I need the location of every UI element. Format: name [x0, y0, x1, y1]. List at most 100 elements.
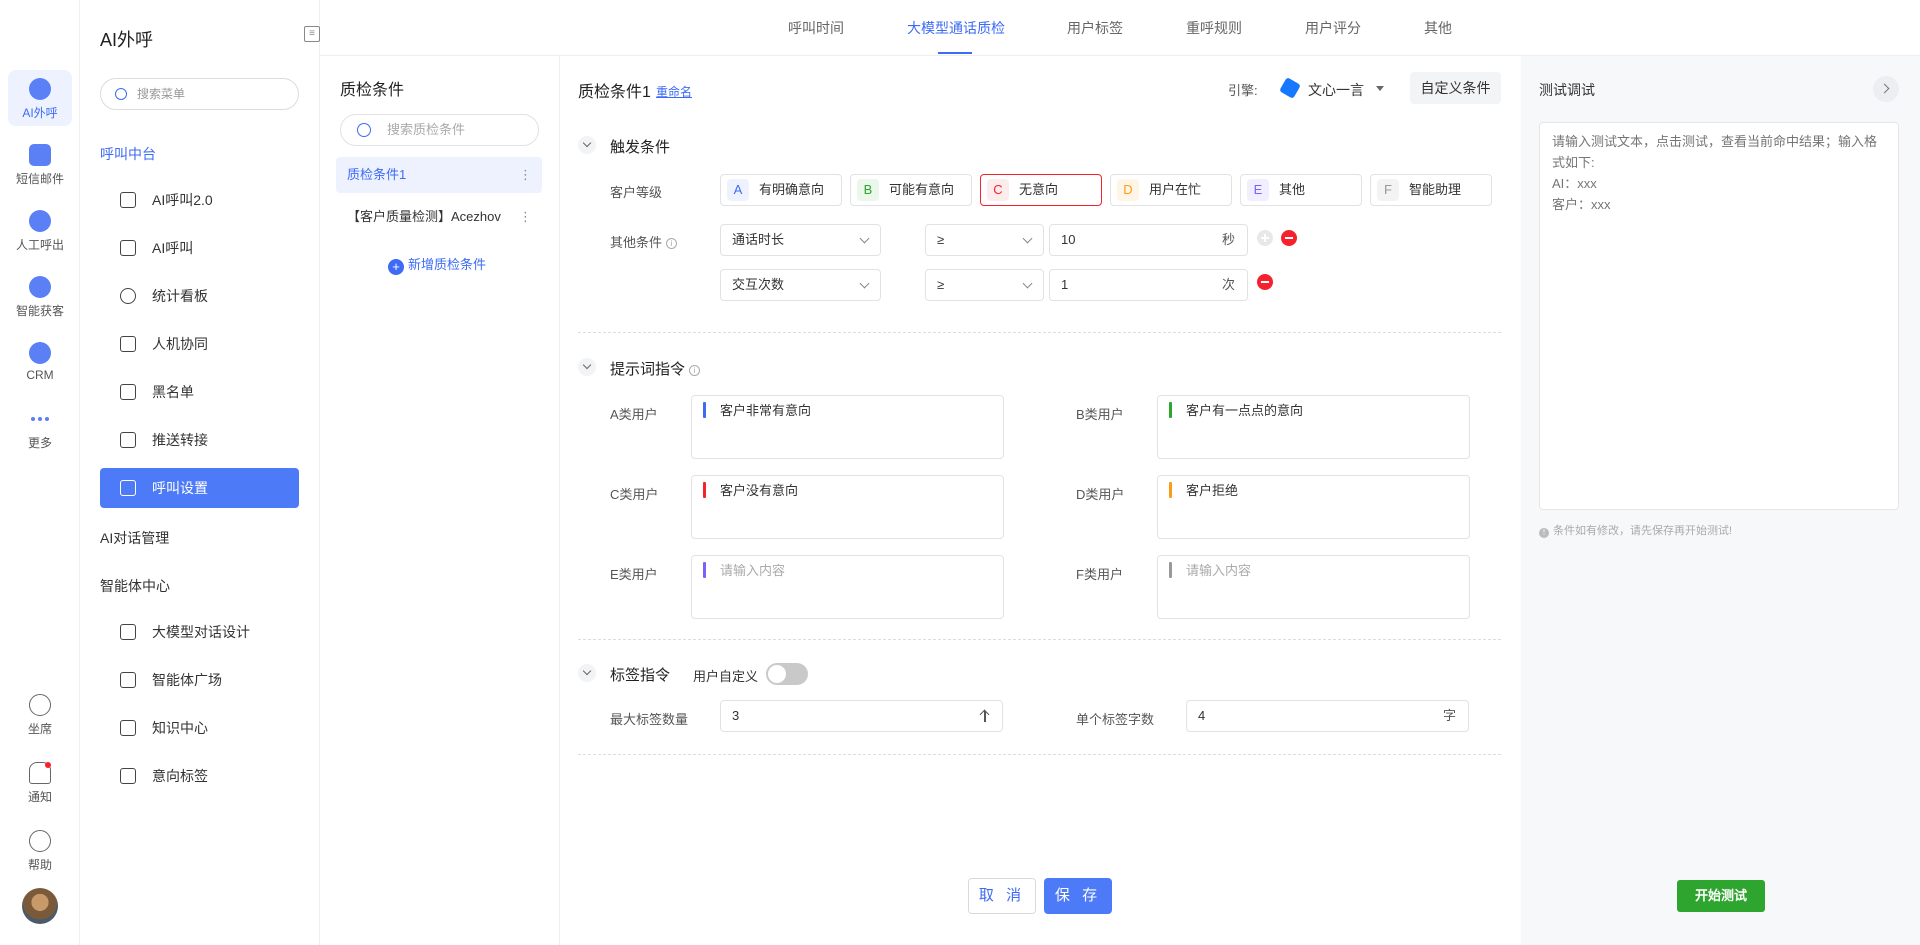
menu-item-ai-call[interactable]: AI呼叫 [100, 228, 299, 268]
tab-user-score[interactable]: 用户评分 [1305, 18, 1361, 38]
chevron-down-icon [859, 233, 870, 244]
color-marker [1169, 562, 1172, 578]
menu-item-llm-dialog-design[interactable]: 大模型对话设计 [100, 612, 299, 652]
tab-recall-rule[interactable]: 重呼规则 [1186, 18, 1242, 38]
tab-other[interactable]: 其他 [1424, 18, 1452, 38]
search-icon [115, 88, 127, 100]
condition-item[interactable]: 【客户质量检测】Acezhov ⋮ [336, 199, 542, 235]
plus-circle-icon: + [388, 259, 404, 275]
operator-select[interactable]: ≥ [925, 269, 1044, 301]
condition-item[interactable]: 质检条件1 ⋮ [336, 157, 542, 193]
caret-down-icon[interactable] [1376, 86, 1384, 91]
pie-chart-icon [120, 288, 136, 304]
rail-item-agent-call[interactable]: 人工呼出 [8, 202, 72, 258]
rail-item-acquire[interactable]: 智能获客 [8, 268, 72, 324]
condition-list-panel: 质检条件 搜索质检条件 质检条件1 ⋮ 【客户质量检测】Acezhov ⋮ + 新… [320, 56, 560, 945]
more-vertical-icon[interactable]: ⋮ [519, 199, 532, 235]
menu-section-call-center[interactable]: 呼叫中台 [100, 144, 156, 164]
collapse-chevron-icon[interactable] [578, 358, 596, 376]
collapse-chevron-icon[interactable] [578, 664, 596, 682]
grade-option-f[interactable]: F 智能助理 [1370, 174, 1492, 206]
cancel-button[interactable]: 取 消 [968, 878, 1036, 914]
menu-item-call-settings[interactable]: 呼叫设置 [100, 468, 299, 508]
collapse-menu-icon[interactable]: ≡ [304, 26, 320, 42]
menu-item-dashboard[interactable]: 统计看板 [100, 276, 299, 316]
avatar[interactable] [22, 888, 58, 924]
grade-option-c[interactable]: C 无意向 [980, 174, 1102, 206]
prompt-text-input[interactable]: 客户没有意向 [691, 475, 1004, 539]
arrow-up-icon[interactable] [980, 710, 990, 722]
trigger-heading: 触发条件 [610, 139, 671, 156]
rail-item-seat[interactable]: 坐席 [8, 686, 72, 742]
menu-item-ai-call-2[interactable]: AI呼叫2.0 [100, 180, 299, 220]
grade-option-d[interactable]: D 用户在忙 [1110, 174, 1232, 206]
headset-icon [29, 694, 51, 716]
tab-call-time[interactable]: 呼叫时间 [788, 18, 844, 38]
condition-field-select[interactable]: 交互次数 [720, 269, 881, 301]
tab-user-tag[interactable]: 用户标签 [1067, 18, 1123, 38]
remove-row-icon[interactable] [1257, 274, 1273, 290]
menu-item-human-ai[interactable]: 人机协同 [100, 324, 299, 364]
add-row-icon[interactable] [1257, 230, 1273, 246]
prompt-text: 客户拒绝 [1186, 483, 1239, 498]
prompt-text-input[interactable]: 客户拒绝 [1157, 475, 1470, 539]
prompt-class-label: D类用户 [1076, 487, 1125, 502]
prompt-text-input[interactable]: 请输入内容 [691, 555, 1004, 619]
add-condition-button[interactable]: + 新增质检条件 [388, 254, 486, 275]
agent-call-icon [29, 210, 51, 232]
chevron-down-icon [1022, 233, 1033, 244]
save-button[interactable]: 保 存 [1044, 878, 1112, 914]
max-tag-count-input[interactable]: 3 [720, 700, 1003, 732]
operator-select[interactable]: ≥ [925, 224, 1044, 256]
prompt-text-input[interactable]: 请输入内容 [1157, 555, 1470, 619]
rail-item-help[interactable]: 帮助 [8, 822, 72, 878]
menu-search-input[interactable]: 搜索菜单 [100, 78, 299, 110]
grade-option-e[interactable]: E 其他 [1240, 174, 1362, 206]
grade-option-a[interactable]: A 有明确意向 [720, 174, 842, 206]
condition-value-input[interactable]: 1次 [1049, 269, 1248, 301]
menu-item-blacklist[interactable]: 黑名单 [100, 372, 299, 412]
user-custom-toggle[interactable] [766, 663, 808, 685]
collapse-chevron-icon[interactable] [578, 136, 596, 154]
single-tag-length-input[interactable]: 4字 [1186, 700, 1469, 732]
grade-option-label: 用户在忙 [1149, 182, 1202, 197]
condition-title: 质检条件1 [578, 84, 651, 101]
rail-item-notify[interactable]: 通知 [8, 754, 72, 810]
custom-condition-button[interactable]: 自定义条件 [1410, 72, 1501, 104]
remove-row-icon[interactable] [1281, 230, 1297, 246]
menu-item-intent-tag[interactable]: 意向标签 [100, 756, 299, 796]
condition-field-select[interactable]: 通话时长 [720, 224, 881, 256]
engine-select[interactable]: 文心一言 [1308, 80, 1364, 100]
condition-search-input[interactable]: 搜索质检条件 [340, 114, 539, 146]
menu-item-push-transfer[interactable]: 推送转接 [100, 420, 299, 460]
prompt-text: 请输入内容 [720, 563, 786, 578]
side-menu: AI外呼 ≡ 搜索菜单 呼叫中台 AI呼叫2.0 AI呼叫 统计看板 人机协同 … [80, 0, 320, 945]
single-tag-length-label: 单个标签字数 [1076, 712, 1155, 727]
rail-item-ai-call[interactable]: AI外呼 [8, 70, 72, 126]
rail-item-more[interactable]: 更多 [8, 400, 72, 456]
menu-section-dialog[interactable]: AI对话管理 [100, 528, 169, 548]
condition-value-input[interactable]: 10 秒 [1049, 224, 1248, 256]
help-icon [29, 830, 51, 852]
tab-llm-call-qc[interactable]: 大模型通话质检 [907, 18, 1005, 38]
chevron-down-icon [1022, 278, 1033, 289]
grade-letter: F [1377, 179, 1399, 201]
test-text-input[interactable] [1539, 122, 1899, 510]
prompt-text-input[interactable]: 客户非常有意向 [691, 395, 1004, 459]
rail-item-message[interactable]: 短信邮件 [8, 136, 72, 192]
start-test-button[interactable]: 开始测试 [1677, 880, 1765, 912]
prompt-text-input[interactable]: 客户有一点点的意向 [1157, 395, 1470, 459]
warning-icon [120, 384, 136, 400]
menu-item-agent-plaza[interactable]: 智能体广场 [100, 660, 299, 700]
section-divider [578, 332, 1501, 333]
color-marker [703, 482, 706, 498]
chevron-right-icon[interactable] [1873, 76, 1899, 102]
more-vertical-icon[interactable]: ⋮ [519, 157, 532, 193]
rename-link[interactable]: 重命名 [656, 83, 692, 100]
menu-item-knowledge[interactable]: 知识中心 [100, 708, 299, 748]
menu-section-agent[interactable]: 智能体中心 [100, 576, 170, 596]
more-icon [29, 408, 51, 430]
grade-option-b[interactable]: B 可能有意向 [850, 174, 972, 206]
message-icon [29, 144, 51, 166]
rail-item-crm[interactable]: CRM [8, 334, 72, 390]
